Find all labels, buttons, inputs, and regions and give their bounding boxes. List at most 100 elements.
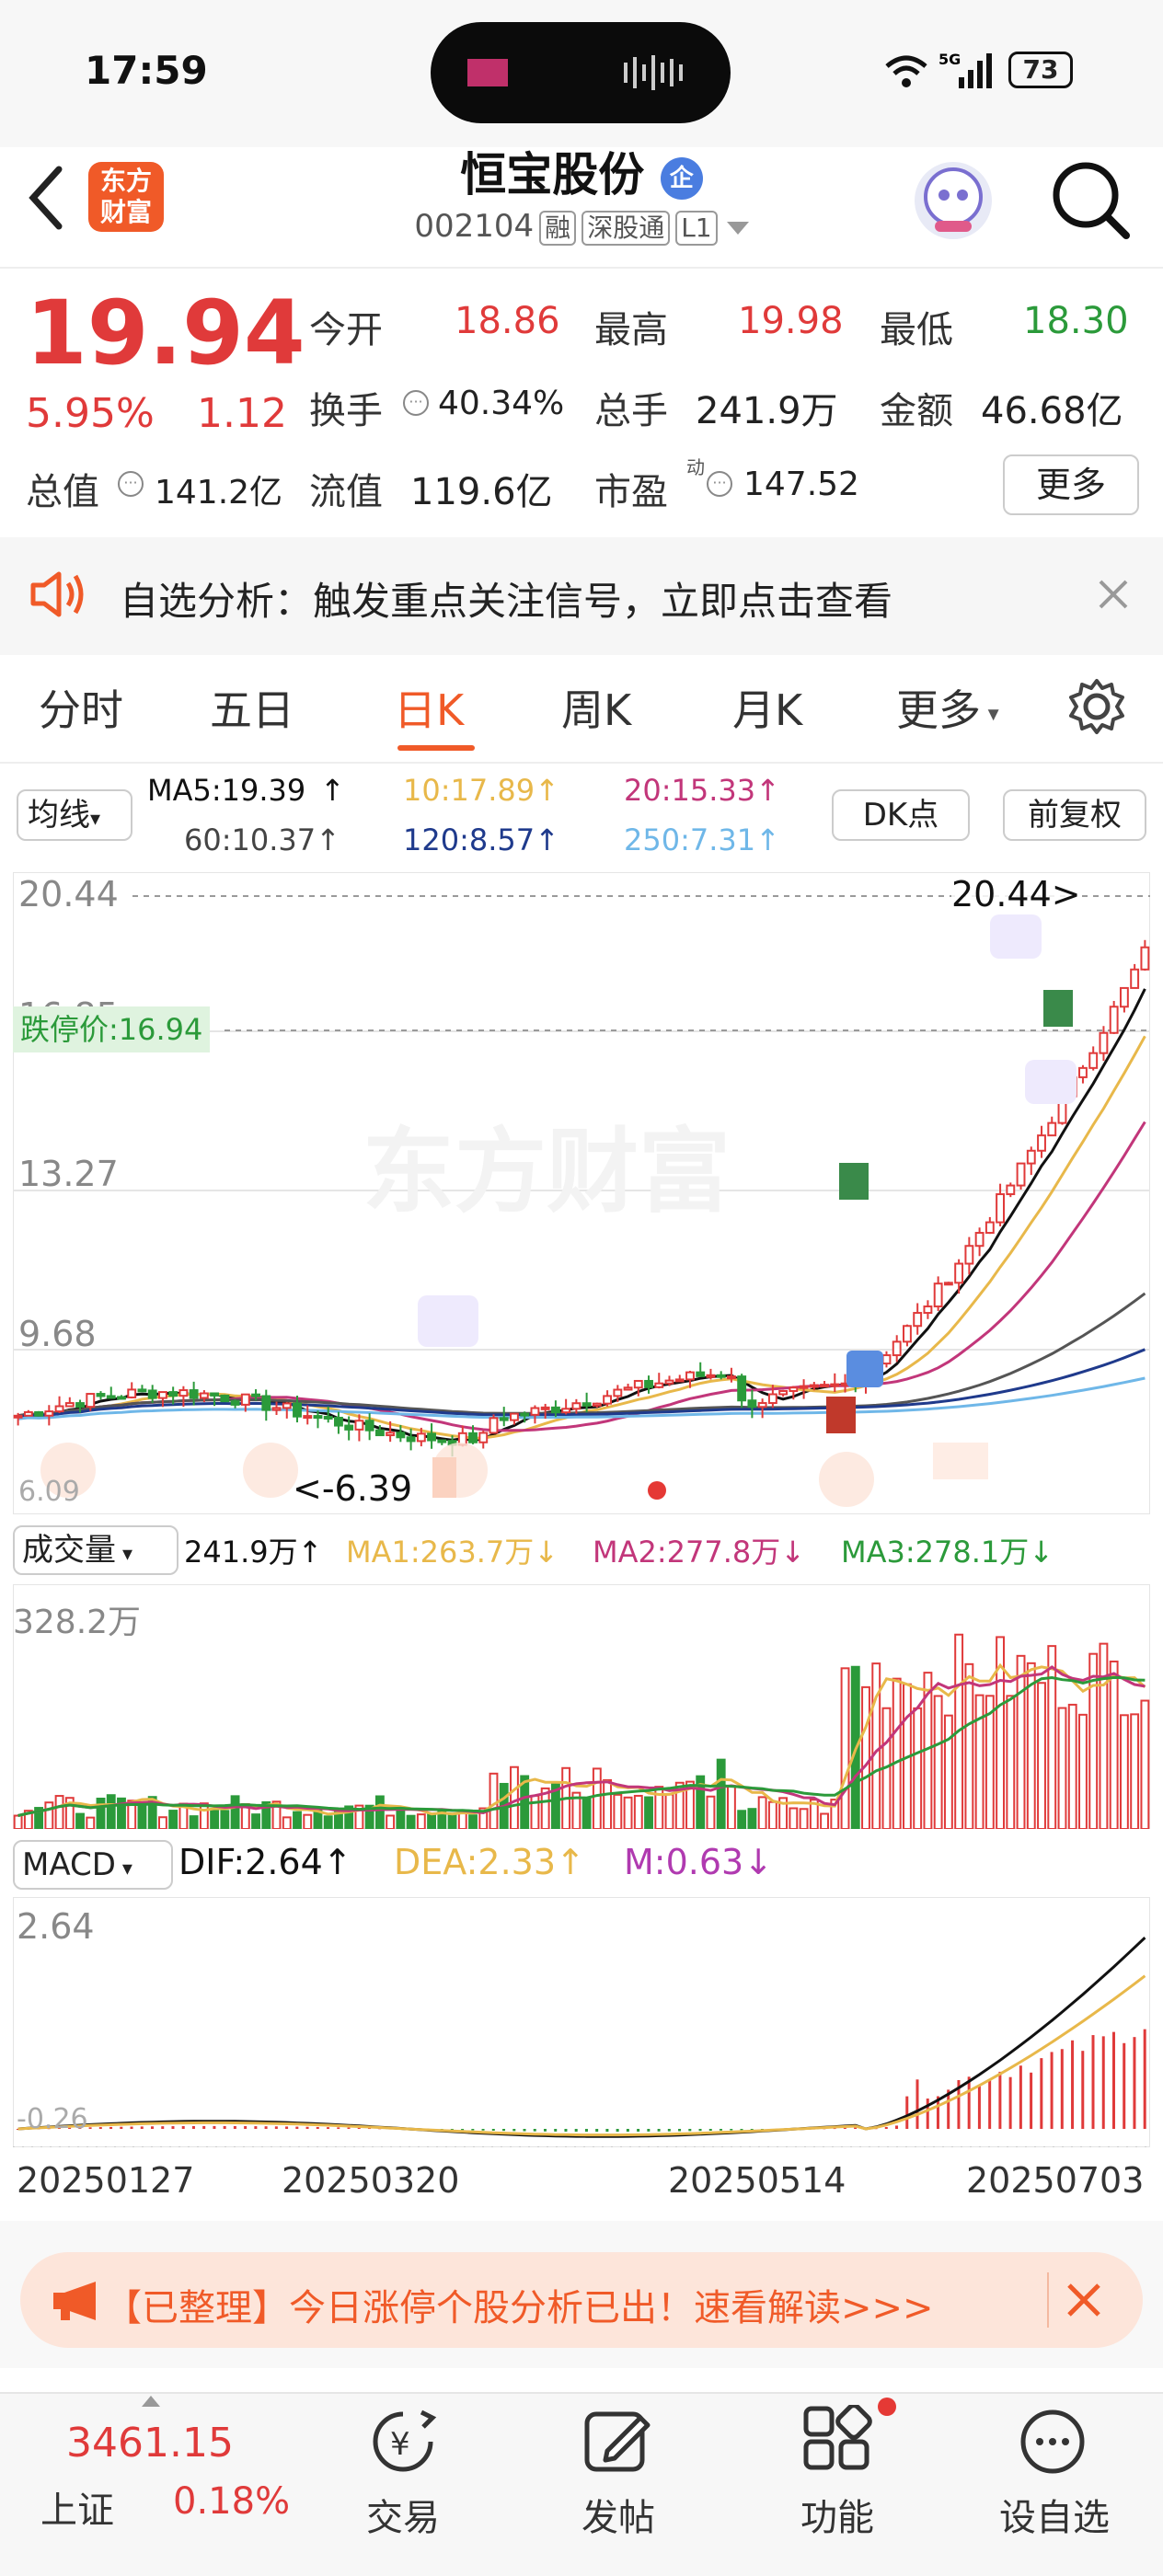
info-icon[interactable]: ··· bbox=[707, 471, 732, 497]
info-icon[interactable]: ··· bbox=[118, 471, 144, 497]
macd-indicator-select[interactable]: MACD ▾ bbox=[13, 1840, 173, 1890]
gear-icon[interactable] bbox=[1067, 677, 1126, 740]
robot-assistant-icon[interactable] bbox=[907, 155, 999, 250]
candle-body bbox=[1140, 946, 1150, 971]
volume-bar bbox=[447, 1813, 457, 1830]
dropdown-triangle-icon[interactable] bbox=[726, 221, 749, 235]
enterprise-badge: 企 bbox=[660, 156, 703, 200]
candle-body bbox=[654, 1382, 664, 1388]
volume-bar bbox=[1119, 1714, 1129, 1830]
macd-bar bbox=[678, 2129, 682, 2132]
nav-functions[interactable]: 功能 bbox=[764, 2488, 911, 2541]
macd-bar bbox=[657, 2129, 661, 2132]
volume-bar bbox=[1067, 1703, 1077, 1830]
volume-bar bbox=[789, 1807, 799, 1830]
index-change[interactable]: 0.18% bbox=[173, 2480, 290, 2523]
battery-indicator: 73 bbox=[1008, 52, 1073, 88]
volume-svg[interactable] bbox=[12, 1583, 1151, 1831]
speaker-icon bbox=[28, 567, 86, 626]
signal-bubble bbox=[933, 1443, 988, 1479]
macd-bar bbox=[461, 2129, 465, 2131]
pe-value: 147.52 bbox=[743, 466, 859, 503]
dk-point-toggle[interactable]: DK点 bbox=[832, 789, 970, 841]
candle-body bbox=[23, 1410, 33, 1417]
functions-icon[interactable] bbox=[799, 2403, 876, 2482]
volume-indicator-select[interactable]: 成交量 ▾ bbox=[13, 1525, 178, 1575]
volume-bar bbox=[592, 1767, 602, 1830]
index-name[interactable]: 上证 bbox=[40, 2480, 114, 2534]
volume-bar bbox=[510, 1765, 519, 1830]
nav-post[interactable]: 发帖 bbox=[545, 2488, 692, 2541]
axis-label-top: 20.44 bbox=[18, 874, 119, 914]
macd-bar bbox=[1133, 2037, 1136, 2129]
more-button[interactable]: 更多 bbox=[1003, 454, 1139, 515]
ma-select[interactable]: 均线▾ bbox=[17, 789, 132, 841]
adjustment-select[interactable]: 前复权 bbox=[1003, 789, 1146, 841]
candle-body bbox=[633, 1379, 643, 1389]
post-icon[interactable] bbox=[580, 2405, 657, 2482]
change-percent: 5.95% bbox=[26, 390, 155, 437]
tab-daily-k[interactable]: 日K bbox=[394, 677, 464, 738]
macd-bar bbox=[884, 2126, 888, 2129]
candle-body bbox=[64, 1402, 75, 1408]
stock-name: 恒宝股份 bbox=[460, 148, 645, 201]
candle-body bbox=[240, 1393, 250, 1406]
volume-ma2-text: MA2:277.8万 bbox=[593, 1535, 781, 1570]
volume-value-text: 241.9万 bbox=[184, 1535, 298, 1570]
close-icon[interactable] bbox=[1095, 576, 1132, 616]
nav-add-watchlist[interactable]: 设自选 bbox=[981, 2488, 1128, 2541]
volume-bar bbox=[1047, 1645, 1057, 1830]
kline-svg[interactable]: 东方财富 bbox=[12, 871, 1151, 1515]
macd-bar bbox=[574, 2129, 578, 2133]
macd-chart[interactable] bbox=[12, 1896, 1151, 2148]
tab-weekly-k[interactable]: 周K bbox=[561, 677, 631, 738]
volume-bar bbox=[44, 1801, 54, 1830]
candle-body bbox=[323, 1415, 333, 1420]
candle-body bbox=[799, 1385, 809, 1389]
candle-body bbox=[571, 1402, 582, 1410]
search-icon[interactable] bbox=[1049, 158, 1132, 245]
volume-chart[interactable] bbox=[12, 1583, 1151, 1831]
candle-body bbox=[933, 1282, 943, 1308]
volume-bar bbox=[220, 1810, 230, 1831]
index-value[interactable]: 3461.15 bbox=[66, 2420, 234, 2467]
candle-body bbox=[830, 1383, 840, 1387]
candle-body bbox=[674, 1378, 685, 1383]
candle-body bbox=[747, 1399, 757, 1409]
caret-down-icon: ▾ bbox=[116, 1543, 133, 1566]
macd-bar bbox=[1091, 2035, 1095, 2129]
volume-bar bbox=[1078, 1713, 1088, 1830]
tab-monthly-k[interactable]: 月K bbox=[732, 677, 802, 738]
candle-body bbox=[613, 1388, 623, 1397]
volume-bar bbox=[374, 1795, 385, 1831]
macd-bar bbox=[554, 2129, 558, 2132]
volume-bar bbox=[1109, 1660, 1119, 1831]
nav-trade[interactable]: 交易 bbox=[329, 2488, 477, 2541]
candle-body bbox=[592, 1402, 602, 1407]
candle-body bbox=[644, 1379, 653, 1388]
volume-bar bbox=[716, 1758, 726, 1830]
candle-body bbox=[1119, 986, 1129, 1008]
trade-icon[interactable]: ¥ bbox=[364, 2407, 442, 2480]
candle-body bbox=[478, 1432, 489, 1443]
tab-five-day[interactable]: 五日 bbox=[210, 677, 294, 738]
tab-more[interactable]: 更多 ▾ bbox=[896, 677, 999, 738]
kline-chart[interactable]: 东方财富 bbox=[12, 871, 1151, 1515]
promo-banner-text[interactable]: 【已整理】今日涨停个股分析已出！速看解读>>> bbox=[105, 2278, 934, 2331]
ma250-value: 250:7.31 bbox=[624, 822, 756, 857]
candle-body bbox=[767, 1393, 777, 1405]
add-watchlist-icon[interactable] bbox=[1016, 2405, 1089, 2482]
macd-bar bbox=[109, 2126, 113, 2129]
expand-up-icon[interactable] bbox=[142, 2396, 160, 2407]
close-icon[interactable] bbox=[1065, 2282, 1102, 2322]
info-icon[interactable]: ··· bbox=[403, 390, 429, 416]
macd-m-text: M:0.63 bbox=[624, 1842, 744, 1882]
notice-text[interactable]: 自选分析：触发重点关注信号，立即点击查看 bbox=[120, 570, 892, 627]
volume-bar bbox=[1057, 1707, 1067, 1830]
ma20-legend: 20:15.33↑ bbox=[624, 773, 780, 808]
axis-label-mid2: 13.27 bbox=[18, 1154, 119, 1194]
tab-intraday[interactable]: 分时 bbox=[39, 677, 123, 738]
macd-bar bbox=[471, 2129, 475, 2131]
macd-dif-text: DIF:2.64 bbox=[178, 1842, 323, 1882]
macd-svg[interactable] bbox=[12, 1896, 1151, 2148]
